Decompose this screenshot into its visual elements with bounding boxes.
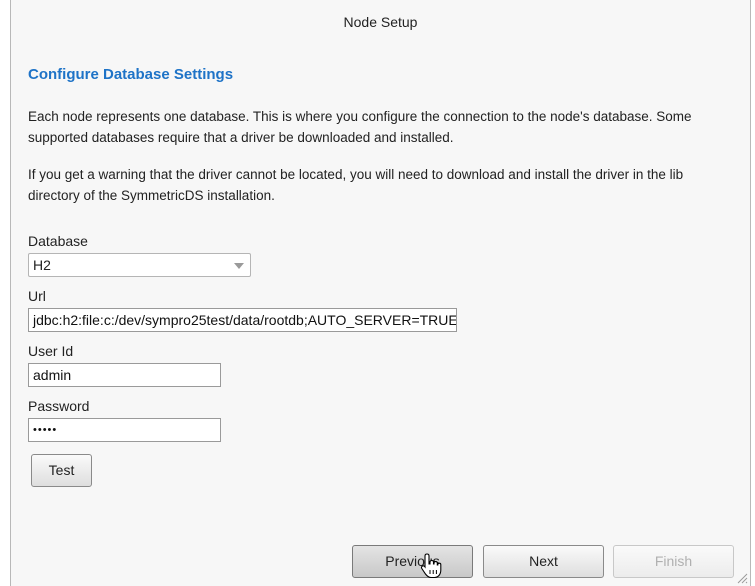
node-setup-window: Node Setup Configure Database Settings E… [10, 0, 751, 586]
url-input[interactable]: jdbc:h2:file:c:/dev/sympro25test/data/ro… [28, 308, 457, 332]
database-select-value: H2 [33, 257, 51, 273]
password-label: Password [28, 398, 90, 414]
description-paragraph-1: Each node represents one database. This … [28, 109, 692, 145]
section-heading: Configure Database Settings [28, 66, 234, 83]
window-title: Node Setup [343, 14, 418, 30]
user-id-input[interactable]: admin [28, 363, 221, 387]
hand-pointer-icon [420, 553, 442, 579]
resize-grip-icon[interactable] [736, 572, 748, 584]
chevron-down-icon[interactable] [234, 263, 244, 269]
database-label: Database [28, 233, 88, 249]
next-button[interactable]: Next [483, 545, 604, 578]
finish-button[interactable]: Finish [613, 545, 734, 578]
test-button[interactable]: Test [31, 454, 92, 487]
url-label: Url [28, 288, 46, 304]
description-paragraph-2: If you get a warning that the driver can… [28, 167, 684, 203]
database-select[interactable]: H2 [28, 253, 251, 277]
user-id-label: User Id [28, 343, 74, 359]
password-input[interactable]: ••••• [28, 418, 221, 442]
previous-button[interactable]: Previous [352, 545, 473, 578]
